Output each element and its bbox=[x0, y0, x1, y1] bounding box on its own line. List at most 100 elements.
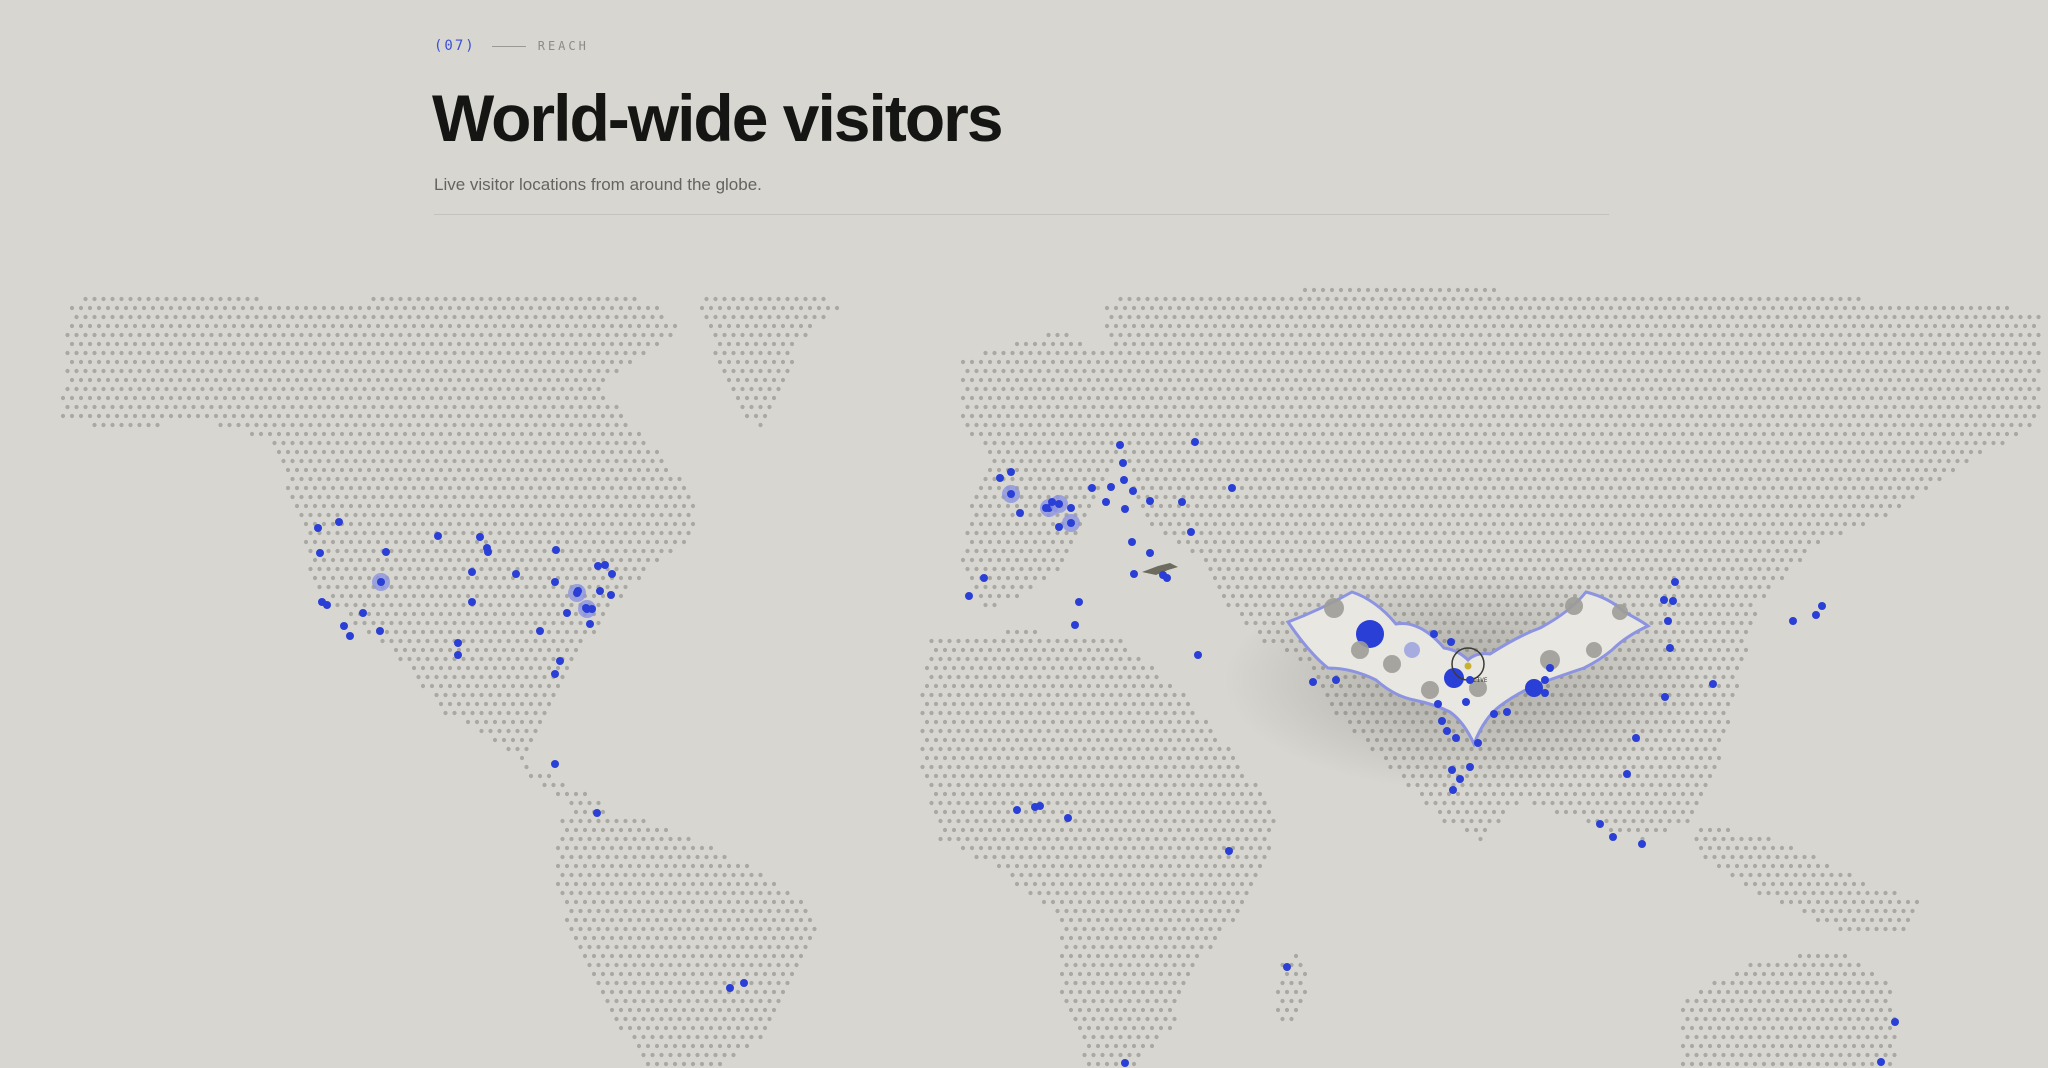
land-dot bbox=[1194, 323, 1200, 329]
land-dot bbox=[767, 368, 772, 374]
land-dot bbox=[1775, 296, 1780, 302]
land-dot bbox=[1460, 512, 1465, 518]
land-dot bbox=[1221, 413, 1227, 419]
land-dot bbox=[1905, 431, 1911, 437]
land-dot bbox=[1059, 413, 1065, 419]
land-dot bbox=[1685, 386, 1690, 392]
land-dot bbox=[1172, 530, 1177, 536]
land-dot bbox=[141, 305, 147, 311]
land-dot bbox=[686, 530, 691, 536]
land-dot bbox=[1100, 440, 1105, 446]
land-dot bbox=[1536, 305, 1542, 311]
land-dot bbox=[1770, 305, 1776, 311]
land-dot bbox=[375, 323, 381, 329]
land-dot bbox=[1248, 359, 1254, 365]
land-dot bbox=[1707, 395, 1713, 401]
land-dot bbox=[1181, 332, 1186, 338]
land-dot bbox=[245, 368, 250, 374]
land-dot bbox=[1442, 332, 1447, 338]
land-dot bbox=[1532, 296, 1537, 302]
land-dot bbox=[1230, 377, 1236, 383]
land-dot bbox=[213, 395, 219, 401]
land-dot bbox=[2036, 386, 2041, 392]
land-dot bbox=[389, 332, 394, 338]
land-dot bbox=[344, 530, 349, 536]
land-dot bbox=[587, 530, 592, 536]
land-dot bbox=[992, 368, 997, 374]
land-dot bbox=[1563, 341, 1569, 347]
land-dot bbox=[434, 350, 439, 356]
land-dot bbox=[1293, 395, 1299, 401]
land-dot bbox=[1685, 512, 1690, 518]
land-dot bbox=[965, 368, 970, 374]
land-dot bbox=[2009, 422, 2014, 428]
land-dot bbox=[1748, 332, 1753, 338]
land-dot bbox=[735, 359, 741, 365]
land-dot bbox=[128, 314, 133, 320]
land-dot bbox=[1824, 503, 1830, 509]
land-dot bbox=[1167, 449, 1173, 455]
land-dot bbox=[1262, 422, 1267, 428]
land-dot bbox=[1775, 476, 1780, 482]
land-dot bbox=[1365, 413, 1371, 419]
land-dot bbox=[641, 530, 646, 536]
land-dot bbox=[1370, 512, 1375, 518]
land-dot bbox=[569, 386, 574, 392]
land-dot bbox=[483, 521, 489, 527]
land-dot bbox=[1518, 467, 1524, 473]
land-dot bbox=[1869, 323, 1875, 329]
land-dot bbox=[690, 503, 696, 509]
land-dot bbox=[272, 386, 277, 392]
land-dot bbox=[245, 386, 250, 392]
land-dot bbox=[803, 314, 808, 320]
land-dot bbox=[1473, 395, 1479, 401]
land-dot bbox=[1784, 332, 1789, 338]
land-dot bbox=[704, 314, 709, 320]
land-dot bbox=[1370, 566, 1375, 572]
land-dot bbox=[1397, 422, 1402, 428]
land-dot bbox=[1590, 323, 1596, 329]
land-dot bbox=[645, 557, 651, 563]
land-dot bbox=[434, 296, 439, 302]
land-dot bbox=[560, 350, 565, 356]
land-dot bbox=[483, 323, 489, 329]
land-dot bbox=[618, 467, 624, 473]
land-dot bbox=[1901, 458, 1906, 464]
land-dot bbox=[474, 359, 480, 365]
land-dot bbox=[1685, 332, 1690, 338]
land-dot bbox=[1262, 530, 1267, 536]
land-dot bbox=[1559, 368, 1564, 374]
land-dot bbox=[1446, 431, 1452, 437]
land-dot bbox=[497, 404, 502, 410]
land-dot bbox=[614, 458, 619, 464]
land-dot bbox=[1307, 494, 1312, 500]
land-dot bbox=[1352, 512, 1357, 518]
land-dot bbox=[596, 332, 601, 338]
land-dot bbox=[1527, 467, 1533, 473]
land-dot bbox=[204, 359, 210, 365]
land-dot bbox=[321, 467, 327, 473]
land-dot bbox=[1991, 422, 1996, 428]
land-dot bbox=[708, 323, 714, 329]
land-dot bbox=[1181, 386, 1186, 392]
land-dot bbox=[605, 404, 610, 410]
land-dot bbox=[1721, 350, 1726, 356]
land-dot bbox=[996, 377, 1002, 383]
land-dot bbox=[1622, 476, 1627, 482]
land-dot bbox=[1419, 359, 1425, 365]
land-dot bbox=[1041, 521, 1047, 527]
land-dot bbox=[1010, 368, 1015, 374]
land-dot bbox=[353, 404, 358, 410]
land-dot bbox=[1730, 332, 1735, 338]
land-dot bbox=[564, 323, 570, 329]
land-dot bbox=[1500, 557, 1506, 563]
land-dot bbox=[465, 521, 471, 527]
land-dot bbox=[1473, 305, 1479, 311]
land-dot bbox=[1914, 449, 1920, 455]
land-dot bbox=[1190, 422, 1195, 428]
land-dot bbox=[1518, 431, 1524, 437]
land-dot bbox=[1563, 485, 1569, 491]
land-dot bbox=[1946, 422, 1951, 428]
land-dot bbox=[1361, 530, 1366, 536]
land-dot bbox=[1833, 377, 1839, 383]
